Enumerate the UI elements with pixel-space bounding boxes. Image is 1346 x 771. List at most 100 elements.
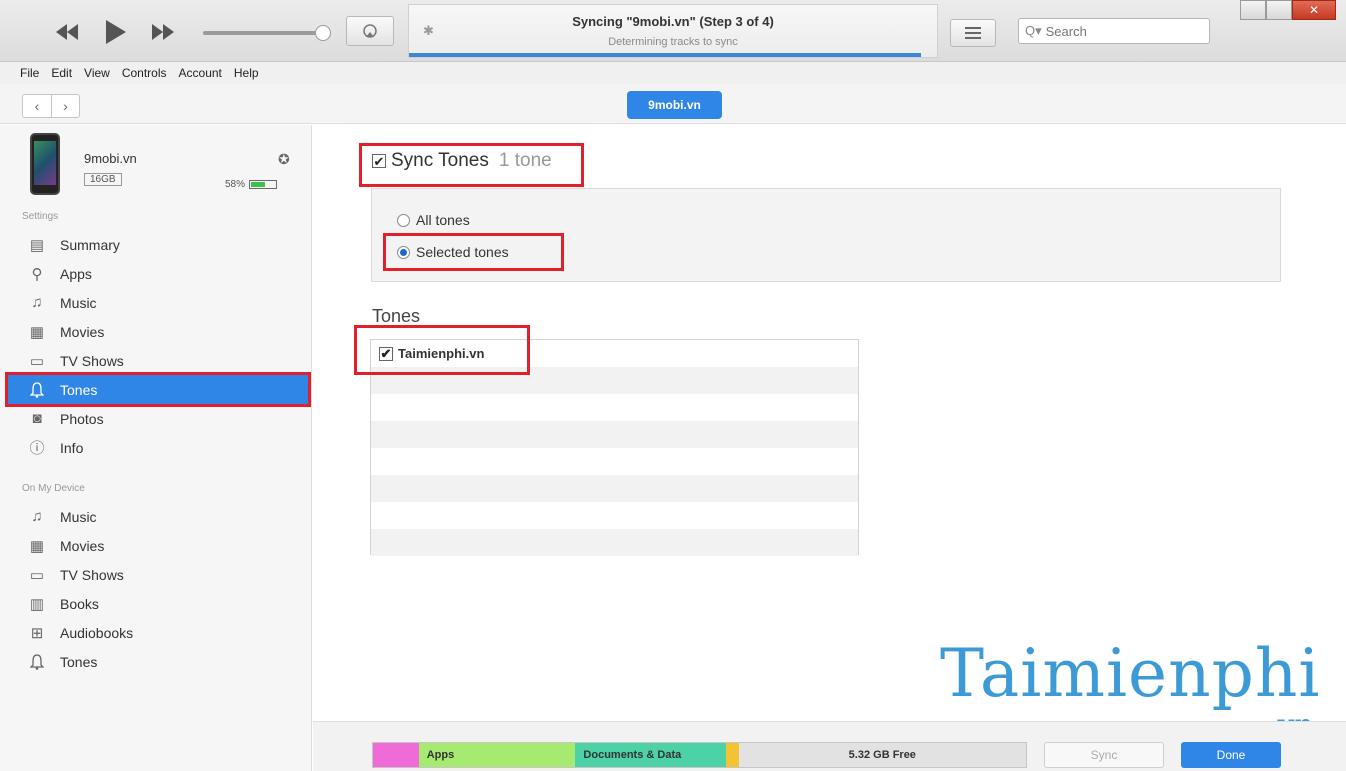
iphone-icon xyxy=(30,133,60,195)
sidebar-device-item-tv-shows[interactable]: ▭ TV Shows xyxy=(8,560,308,589)
sync-status-title: Syncing "9mobi.vn" (Step 3 of 4) xyxy=(572,14,774,29)
volume-slider[interactable] xyxy=(203,25,331,41)
play-button[interactable] xyxy=(100,18,130,46)
minimize-button[interactable] xyxy=(1240,0,1266,20)
play-icon xyxy=(106,20,126,44)
sidebar-device-item-audiobooks[interactable]: ⊞ Audiobooks xyxy=(8,618,308,647)
sidebar-item-label: TV Shows xyxy=(60,566,124,583)
maximize-button[interactable] xyxy=(1266,0,1292,20)
watermark-logo: Taimienphi xyxy=(940,635,1321,712)
device-name: 9mobi.vn xyxy=(84,151,137,166)
tv-icon: ▭ xyxy=(29,566,45,584)
close-button[interactable]: ✕ xyxy=(1292,0,1336,20)
volume-knob[interactable] xyxy=(315,25,331,41)
sidebar-device-item-books[interactable]: ▥ Books xyxy=(8,589,308,618)
sidebar-device-item-movies[interactable]: ▦ Movies xyxy=(8,531,308,560)
device-button[interactable]: 9mobi.vn xyxy=(627,91,722,119)
sidebar-item-label: Info xyxy=(60,439,84,456)
sidebar-item-label: Movies xyxy=(60,323,105,340)
capacity-segment: Documents & Data xyxy=(575,743,726,767)
sidebar-item-label: TV Shows xyxy=(60,352,124,369)
table-row xyxy=(371,421,858,448)
music-icon: ♫ xyxy=(31,294,43,311)
books-icon: ▥ xyxy=(29,595,45,613)
tones-heading: Tones xyxy=(372,306,421,326)
music-icon: ♫ xyxy=(31,508,43,525)
sidebar-item-movies[interactable]: ▦ Movies xyxy=(8,317,308,346)
capacity-segment xyxy=(725,743,739,767)
menu-account[interactable]: Account xyxy=(179,66,222,80)
summary-icon: ▤ xyxy=(29,236,45,254)
sidebar-item-tones[interactable]: Tones xyxy=(5,372,311,407)
table-row xyxy=(371,529,858,556)
forward-button[interactable]: › xyxy=(51,95,79,117)
sidebar-device-item-music[interactable]: ♫ Music xyxy=(8,502,308,531)
menu-edit[interactable]: Edit xyxy=(51,66,72,80)
history-buttons: ‹ › xyxy=(22,94,80,118)
fast-forward-button[interactable] xyxy=(148,18,178,46)
capacity-bar: Apps Documents & Data 5.32 GB Free xyxy=(372,742,1027,768)
sidebar-item-label: Apps xyxy=(60,265,92,282)
sidebar-item-label: Music xyxy=(60,508,97,525)
window-controls: ✕ xyxy=(1240,0,1336,20)
sidebar-item-apps[interactable]: ⚲ Apps xyxy=(8,259,308,288)
list-icon xyxy=(965,27,981,39)
sidebar-item-music[interactable]: ♫ Music xyxy=(8,288,308,317)
table-row xyxy=(371,502,858,529)
settings-section-label: Settings xyxy=(22,211,59,222)
sync-tones-row[interactable]: ✔ Sync Tones 1 tone xyxy=(372,150,552,172)
battery-percent: 58% xyxy=(225,179,246,190)
sync-tones-label: Sync Tones xyxy=(391,150,489,171)
search-box[interactable]: Q▾ xyxy=(1018,18,1210,44)
selected-tones-radio[interactable] xyxy=(397,245,410,259)
selected-tones-label: Selected tones xyxy=(416,244,509,260)
sidebar-device-item-tones[interactable]: Tones xyxy=(8,647,308,676)
capacity-segment: 5.32 GB Free xyxy=(738,743,1026,767)
sidebar-item-photos[interactable]: ◙ Photos xyxy=(8,404,308,433)
sync-tones-count: 1 tone xyxy=(498,150,552,171)
audiobook-icon: ⊞ xyxy=(30,624,44,642)
chevron-left-icon: ‹ xyxy=(34,98,40,114)
sync-progress-bar xyxy=(409,53,922,57)
menu-controls[interactable]: Controls xyxy=(122,66,167,80)
sync-status-subtitle: Determining tracks to sync xyxy=(608,36,738,48)
sync-tones-checkbox[interactable]: ✔ xyxy=(372,154,386,168)
bell-icon xyxy=(26,381,48,399)
device-summary[interactable]: 9mobi.vn 16GB ✪ 58% xyxy=(30,133,300,203)
bell-icon xyxy=(26,653,48,671)
device-capacity: 16GB xyxy=(84,173,122,186)
menu-file[interactable]: File xyxy=(20,66,39,80)
back-button[interactable]: ‹ xyxy=(23,95,51,117)
menu-help[interactable]: Help xyxy=(234,66,259,80)
sidebar-item-info[interactable]: ⓘ Info xyxy=(8,433,308,462)
table-row xyxy=(371,448,858,475)
info-icon: ⓘ xyxy=(29,440,45,457)
sidebar-item-summary[interactable]: ▤ Summary xyxy=(8,230,308,259)
rewind-button[interactable] xyxy=(52,18,82,46)
selected-tones-option[interactable]: Selected tones xyxy=(397,244,509,260)
tv-icon: ▭ xyxy=(29,352,45,370)
sidebar-item-tv-shows[interactable]: ▭ TV Shows xyxy=(8,346,308,375)
up-next-button[interactable] xyxy=(950,19,996,47)
done-button[interactable]: Done xyxy=(1181,742,1281,768)
all-tones-option[interactable]: All tones xyxy=(397,212,470,228)
rewind-icon xyxy=(56,24,78,40)
airplay-icon xyxy=(363,24,377,38)
status-display: ✱ Syncing "9mobi.vn" (Step 3 of 4) Deter… xyxy=(408,4,938,58)
capacity-segment: Apps xyxy=(418,743,576,767)
sync-button[interactable]: Sync xyxy=(1044,742,1164,768)
movies-icon: ▦ xyxy=(29,537,45,555)
capacity-segment xyxy=(373,743,419,767)
battery-icon xyxy=(249,180,278,189)
camera-icon: ◙ xyxy=(32,410,42,427)
sidebar-item-label: Tones xyxy=(60,381,98,398)
search-input[interactable] xyxy=(1045,23,1196,39)
airplay-button[interactable] xyxy=(346,16,394,46)
sidebar-item-label: Books xyxy=(60,595,99,612)
sidebar-item-label: Photos xyxy=(60,410,104,427)
sidebar: 9mobi.vn 16GB ✪ 58% Settings ▤ Summary ⚲ Ap… xyxy=(0,125,312,771)
menu-bar: File Edit View Controls Account Help xyxy=(0,62,1346,84)
all-tones-radio[interactable] xyxy=(397,213,410,227)
sidebar-item-label: Movies xyxy=(60,537,105,554)
menu-view[interactable]: View xyxy=(84,66,110,80)
